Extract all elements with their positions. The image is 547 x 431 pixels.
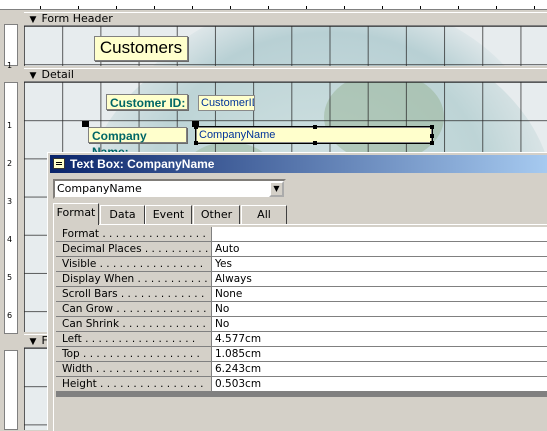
ruler-number: 3 xyxy=(7,197,13,206)
resize-handle[interactable] xyxy=(430,141,434,145)
property-row[interactable]: Left . . . . . . . . . . . . . . . . . 4… xyxy=(56,332,547,346)
property-row[interactable]: Can Shrink . . . . . . . . . . . . . No xyxy=(56,317,547,331)
property-value[interactable]: 0.503cm xyxy=(212,377,547,391)
form-header-bar[interactable]: ▼ Form Header xyxy=(24,12,547,26)
ruler-tick xyxy=(154,6,155,9)
property-value[interactable]: None xyxy=(212,287,547,301)
property-name: Can Grow . . . . . . . . . . . . . . xyxy=(56,302,211,316)
property-row[interactable]: Width . . . . . . . . . . . . . . . . 6.… xyxy=(56,362,547,376)
property-name: Format . . . . . . . . . . . . . . . . xyxy=(56,227,211,241)
ruler-tick xyxy=(192,6,193,9)
property-value[interactable]: Yes xyxy=(212,257,547,271)
form-title-label[interactable]: Customers xyxy=(94,36,188,61)
property-value[interactable]: Always xyxy=(212,272,547,286)
ruler-tick xyxy=(40,6,41,9)
property-value[interactable]: Auto xyxy=(212,242,547,256)
property-value[interactable]: 6.243cm xyxy=(212,362,547,376)
property-sheet-title: Text Box: CompanyName xyxy=(70,157,215,171)
section-arrow-icon: ▼ xyxy=(29,15,37,25)
ruler-footer-strip xyxy=(4,350,18,430)
property-name: Decimal Places . . . . . . . . . . . xyxy=(56,242,211,256)
textbox-icon xyxy=(53,158,65,169)
object-selector-dropdown[interactable]: CompanyName ▼ xyxy=(53,179,286,199)
ruler-tick xyxy=(534,6,535,9)
property-name: Left . . . . . . . . . . . . . . . . . xyxy=(56,332,211,346)
tab-other[interactable]: Other xyxy=(193,205,240,224)
property-name: Width . . . . . . . . . . . . . . . . xyxy=(56,362,211,376)
detail-section-label: Detail xyxy=(41,68,74,81)
property-name: Height . . . . . . . . . . . . . . . . xyxy=(56,377,211,391)
ruler-tick xyxy=(344,6,345,9)
resize-handle[interactable] xyxy=(194,125,198,129)
form-header-label: Form Header xyxy=(41,12,113,25)
vertical-ruler: 1 1 2 3 4 5 6 xyxy=(0,10,21,430)
property-row[interactable]: Display When . . . . . . . . . . . Alway… xyxy=(56,272,547,286)
property-value[interactable]: 4.577cm xyxy=(212,332,547,346)
property-sheet-title-bar[interactable]: Text Box: CompanyName xyxy=(50,155,547,173)
ruler-number: 5 xyxy=(7,273,13,282)
format-tab-panel: Format . . . . . . . . . . . . . . . . D… xyxy=(53,224,547,431)
ruler-number: 6 xyxy=(7,311,13,320)
detail-section-bar[interactable]: ▼ Detail xyxy=(24,68,547,82)
object-selector-value: CompanyName xyxy=(57,182,142,195)
form-header-area[interactable]: Customers xyxy=(24,26,547,66)
customer-id-field[interactable]: CustomerID xyxy=(198,95,255,111)
customer-id-label[interactable]: Customer ID: xyxy=(106,94,188,110)
property-list[interactable]: Format . . . . . . . . . . . . . . . . D… xyxy=(56,227,547,397)
ruler-number: 1 xyxy=(7,61,13,70)
ruler-number: 1 xyxy=(7,121,13,130)
ruler-tick xyxy=(116,6,117,9)
property-row[interactable]: Format . . . . . . . . . . . . . . . . xyxy=(56,227,547,241)
tab-data[interactable]: Data xyxy=(100,205,145,224)
ruler-header-strip xyxy=(4,24,18,66)
property-row[interactable]: Top . . . . . . . . . . . . . . . . . . … xyxy=(56,347,547,361)
property-value[interactable] xyxy=(212,227,547,241)
ruler-tick xyxy=(78,6,79,9)
property-value[interactable]: No xyxy=(212,302,547,316)
property-row[interactable]: Decimal Places . . . . . . . . . . . Aut… xyxy=(56,242,547,256)
resize-handle[interactable] xyxy=(194,141,198,145)
property-value[interactable]: No xyxy=(212,317,547,331)
ruler-tick xyxy=(458,6,459,9)
ruler-tick xyxy=(268,6,269,9)
property-row[interactable]: Visible . . . . . . . . . . . . . . . . … xyxy=(56,257,547,271)
tab-event[interactable]: Event xyxy=(145,205,192,224)
ruler-detail-strip xyxy=(4,82,18,334)
property-row[interactable]: Scroll Bars . . . . . . . . . . . . . No… xyxy=(56,287,547,301)
ruler-tick xyxy=(496,6,497,9)
ruler-number: 4 xyxy=(7,235,13,244)
property-name: Visible . . . . . . . . . . . . . . . . xyxy=(56,257,211,271)
resize-handle[interactable] xyxy=(430,134,434,138)
property-name: Can Shrink . . . . . . . . . . . . . xyxy=(56,317,211,331)
property-sheet-window[interactable]: Text Box: CompanyName CompanyName ▼ Form… xyxy=(47,152,547,431)
ruler-tick xyxy=(230,6,231,9)
property-value[interactable]: 1.085cm xyxy=(212,347,547,361)
property-name: Display When . . . . . . . . . . . xyxy=(56,272,211,286)
property-row[interactable]: Height . . . . . . . . . . . . . . . . 0… xyxy=(56,377,547,391)
resize-handle[interactable] xyxy=(430,125,434,129)
chevron-down-icon[interactable]: ▼ xyxy=(269,181,284,197)
ruler-tick xyxy=(382,6,383,9)
resize-handle[interactable] xyxy=(313,125,317,129)
section-arrow-icon: ▼ xyxy=(29,337,37,347)
ruler-tick xyxy=(306,6,307,9)
tab-format[interactable]: Format xyxy=(53,203,99,225)
company-name-label[interactable]: Company Name: xyxy=(88,127,187,159)
property-row[interactable]: Can Grow . . . . . . . . . . . . . . No xyxy=(56,302,547,316)
property-name: Top . . . . . . . . . . . . . . . . . . xyxy=(56,347,211,361)
property-name: Scroll Bars . . . . . . . . . . . . . xyxy=(56,287,211,301)
tab-all[interactable]: All xyxy=(241,205,287,224)
ruler-number: 2 xyxy=(7,159,13,168)
resize-handle[interactable] xyxy=(313,141,317,145)
horizontal-ruler xyxy=(0,0,547,10)
ruler-tick xyxy=(420,6,421,9)
section-arrow-icon: ▼ xyxy=(29,71,37,81)
